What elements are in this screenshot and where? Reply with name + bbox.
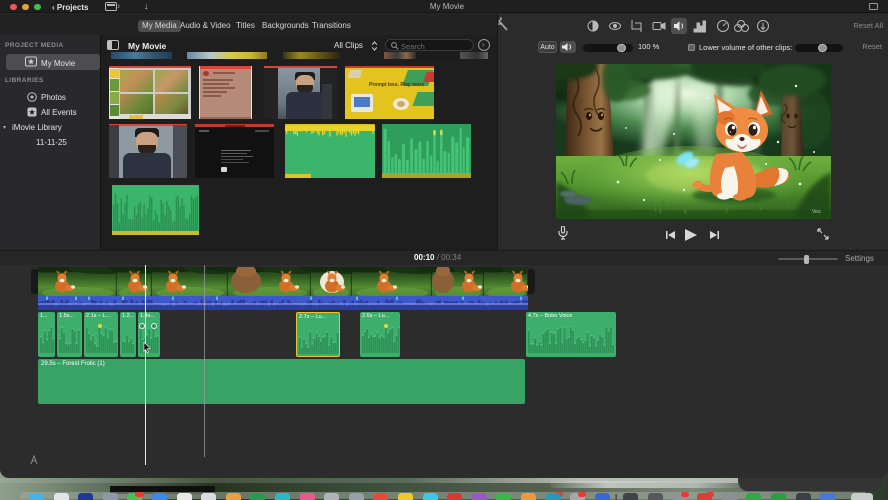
svg-text:Veo: Veo [812, 209, 821, 215]
